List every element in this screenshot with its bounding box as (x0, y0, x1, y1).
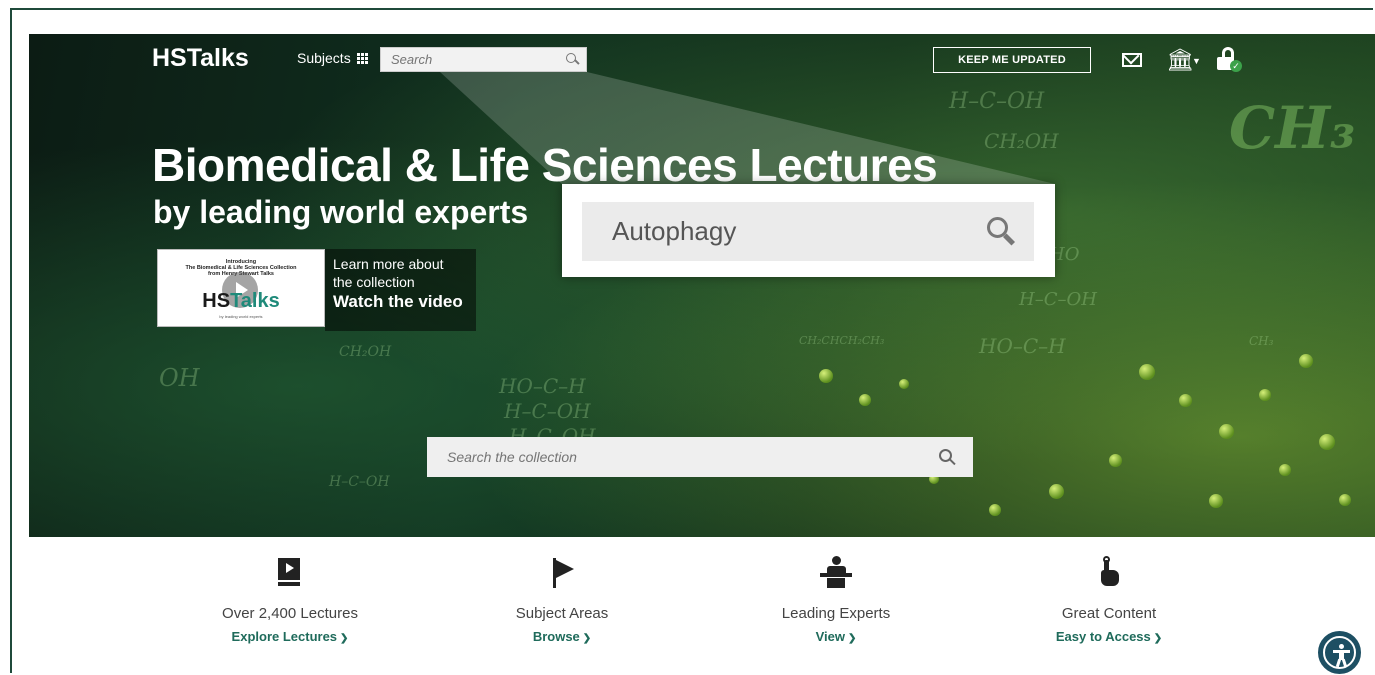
search-icon[interactable] (987, 217, 1017, 247)
accessibility-icon (1323, 636, 1356, 669)
feature-lectures: Over 2,400 Lectures Explore Lectures ❯ (175, 556, 405, 644)
feature-experts: Leading Experts View ❯ (721, 556, 951, 644)
hero-subheadline: by leading world experts (153, 194, 529, 230)
chevron-down-icon[interactable]: ▼ (1192, 56, 1201, 66)
video-lecture-icon (270, 556, 310, 590)
pointing-hand-icon (1089, 556, 1129, 590)
chevron-down-icon: ❯ (1153, 633, 1163, 644)
search-icon[interactable] (939, 449, 957, 467)
learn-more-line2: the collection (333, 274, 415, 290)
speaker-podium-icon (816, 556, 856, 590)
grid-icon (356, 52, 368, 64)
institution-icon[interactable]: 🏛 (1166, 47, 1194, 73)
collection-search-box (427, 437, 973, 477)
feature-title: Subject Areas (515, 605, 609, 622)
feature-title: Leading Experts (781, 605, 891, 622)
learn-more-line1: Learn more about (333, 256, 444, 272)
feature-title: Great Content (1061, 605, 1157, 622)
check-icon: ✓ (1230, 60, 1242, 72)
unlock-icon[interactable]: ✓ (1215, 47, 1245, 73)
feature-title: Over 2,400 Lectures (222, 605, 358, 622)
view-experts-link[interactable]: View ❯ (721, 629, 951, 644)
video-thumb-logo: HSTalks (202, 290, 280, 312)
watch-video-link[interactable]: Watch the video (333, 292, 476, 312)
chevron-down-icon: ❯ (582, 633, 592, 644)
explore-lectures-link[interactable]: Explore Lectures ❯ (175, 629, 405, 644)
search-icon[interactable] (566, 53, 580, 67)
header-search-box (380, 47, 587, 72)
site-logo[interactable]: HSTalks (152, 44, 249, 73)
zoomed-search-field (582, 202, 1034, 261)
browse-link[interactable]: Browse ❯ (447, 629, 677, 644)
feature-subjects: Subject Areas Browse ❯ (447, 556, 677, 644)
subjects-label: Subjects (297, 50, 351, 66)
chevron-down-icon: ❯ (848, 633, 857, 644)
accessibility-button[interactable] (1318, 631, 1361, 674)
subjects-menu[interactable]: Subjects (297, 50, 368, 66)
feature-content: Great Content Easy to Access ❯ (994, 556, 1224, 644)
zoomed-search-input[interactable] (582, 202, 992, 261)
video-thumb-tagline: by leading world experts (219, 314, 263, 319)
keep-me-updated-button[interactable]: KEEP ME UPDATED (933, 47, 1091, 73)
collection-search-input[interactable] (427, 437, 927, 477)
flag-icon (542, 556, 582, 590)
chevron-down-icon: ❯ (340, 633, 349, 644)
zoomed-search-callout (562, 184, 1055, 277)
header-search-input[interactable] (381, 48, 566, 71)
video-thumbnail[interactable]: Introducing The Biomedical & Life Scienc… (157, 249, 325, 327)
mail-icon[interactable] (1122, 53, 1142, 67)
video-promo-text: Learn more about the collection Watch th… (325, 249, 476, 331)
easy-access-link[interactable]: Easy to Access ❯ (994, 629, 1224, 644)
